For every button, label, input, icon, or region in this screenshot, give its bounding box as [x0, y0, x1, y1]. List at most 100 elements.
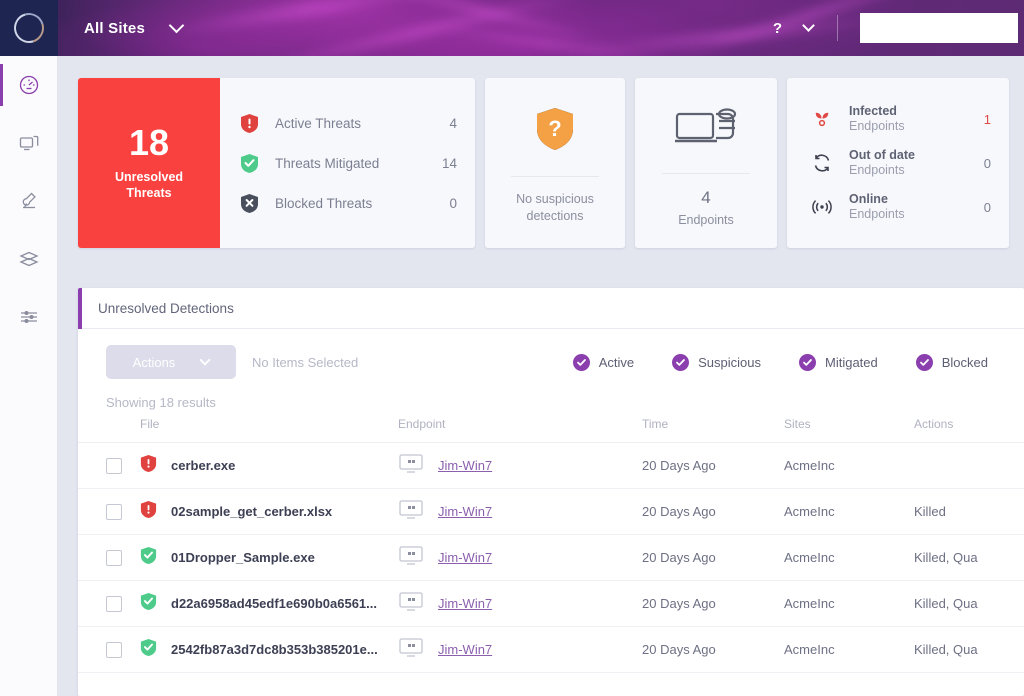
file-name: 2542fb87a3d7dc8b353b385201e...: [171, 642, 378, 657]
endpoint-link[interactable]: Jim-Win7: [438, 550, 492, 565]
shield-check-icon: [140, 592, 157, 616]
unresolved-threats-caption-2: Threats: [126, 186, 172, 200]
site-selector[interactable]: All Sites: [84, 0, 185, 56]
row-checkbox[interactable]: [106, 641, 122, 658]
chevron-down-icon[interactable]: [802, 19, 815, 32]
endpoint-status-title: Out of date: [849, 147, 915, 162]
file-name: 01Dropper_Sample.exe: [171, 550, 315, 565]
threat-breakdown-list: Active Threats 4 Threats Mitigated 14 Bl…: [220, 78, 475, 248]
divider: [662, 172, 750, 174]
row-actions: Killed, Qua: [914, 549, 978, 565]
column-header-sites[interactable]: Sites: [784, 417, 914, 443]
table-row[interactable]: d22a6958ad45edf1e690b0a6561... Jim-Win7 …: [78, 580, 1024, 627]
filter-active[interactable]: Active: [572, 353, 635, 371]
row-actions: Killed, Qua: [914, 641, 978, 657]
threat-row-label: Active Threats: [275, 115, 362, 131]
endpoint-status-card: Infected Endpoints 1 Out of date Endpoin…: [787, 78, 1009, 248]
endpoint-status-subtitle: Endpoints: [849, 119, 905, 133]
panel-header: Unresolved Detections: [78, 288, 1024, 329]
desktop-icon: [398, 637, 424, 663]
shield-alert-icon: [140, 500, 157, 524]
shield-check-icon: [140, 546, 157, 570]
sidebar-item-forensics[interactable]: [0, 172, 58, 230]
site-name: AcmeInc: [784, 595, 835, 611]
column-header-select[interactable]: [78, 417, 140, 443]
shield-check-icon: [240, 153, 262, 174]
endpoints-card: 4 Endpoints: [635, 78, 777, 248]
site-name: AcmeInc: [784, 641, 835, 657]
gauge-icon: [19, 75, 39, 95]
filter-blocked[interactable]: Blocked: [915, 353, 988, 371]
row-actions: Killed, Qua: [914, 595, 978, 611]
row-checkbox[interactable]: [106, 595, 122, 612]
ring-logo-icon: [8, 7, 50, 49]
table-row[interactable]: cerber.exe Jim-Win7 20 Days Ago AcmeInc: [78, 442, 1024, 489]
detections-table: File Endpoint Time Sites Actions cerber.…: [78, 417, 1024, 673]
actions-button[interactable]: Actions: [106, 345, 236, 379]
endpoint-link[interactable]: Jim-Win7: [438, 596, 492, 611]
endpoints-count: 4: [701, 187, 711, 207]
status-filters: Active Suspicious Mitigated Blocked: [572, 353, 1024, 371]
detection-time: 20 Days Ago: [642, 641, 716, 657]
threat-row-label: Blocked Threats: [275, 195, 373, 211]
page-title: Unresolved Detections: [98, 300, 234, 316]
row-checkbox[interactable]: [106, 457, 122, 474]
row-checkbox[interactable]: [106, 549, 122, 566]
sidebar-item-network[interactable]: [0, 230, 58, 288]
selection-status: No Items Selected: [252, 354, 359, 370]
unresolved-threats-block: 18 Unresolved Threats: [78, 78, 220, 248]
filter-label: Active: [598, 354, 635, 370]
svg-text:?: ?: [548, 116, 561, 141]
table-row[interactable]: 02sample_get_cerber.xlsx Jim-Win7 20 Day…: [78, 488, 1024, 535]
site-name: AcmeInc: [784, 457, 835, 473]
help-icon[interactable]: ?: [773, 20, 782, 37]
threat-row-blocked: Blocked Threats 0: [240, 183, 457, 223]
threat-row-value: 14: [441, 155, 457, 171]
app-root: All Sites ? 18 Unresolved Threats Active…: [0, 0, 1024, 696]
endpoint-link[interactable]: Jim-Win7: [438, 458, 492, 473]
shield-check-icon: [140, 638, 157, 662]
endpoint-status-value: 1: [983, 111, 991, 127]
endpoint-status-row-online: Online Endpoints 0: [809, 185, 991, 229]
detection-time: 20 Days Ago: [642, 595, 716, 611]
chevron-down-icon: [199, 354, 211, 366]
endpoint-status-subtitle: Endpoints: [849, 163, 905, 177]
endpoint-status-value: 0: [983, 199, 991, 215]
table-row[interactable]: 01Dropper_Sample.exe Jim-Win7 20 Days Ag…: [78, 534, 1024, 581]
row-checkbox[interactable]: [106, 503, 122, 520]
filter-mitigated[interactable]: Mitigated: [799, 353, 878, 371]
microscope-icon: [22, 192, 36, 209]
threats-card: 18 Unresolved Threats Active Threats 4 T…: [78, 78, 475, 248]
endpoint-link[interactable]: Jim-Win7: [438, 504, 492, 519]
table-header: File Endpoint Time Sites Actions: [78, 417, 1024, 443]
endpoints-label: Endpoints: [678, 212, 734, 227]
filter-label: Blocked: [941, 354, 988, 370]
sidebar-item-settings[interactable]: [0, 288, 58, 346]
column-header-endpoint[interactable]: Endpoint: [398, 417, 642, 443]
endpoint-link[interactable]: Jim-Win7: [438, 642, 492, 657]
suspicious-text-2: detections: [526, 208, 584, 223]
devices-icon: [674, 104, 738, 155]
chevron-down-icon: [168, 17, 185, 34]
filter-suspicious[interactable]: Suspicious: [672, 353, 761, 371]
threat-row-label: Threats Mitigated: [275, 155, 380, 171]
column-header-file[interactable]: File: [140, 417, 398, 443]
sidebar-item-endpoints[interactable]: [0, 114, 58, 172]
header-divider: [837, 15, 838, 41]
site-name: AcmeInc: [784, 503, 835, 519]
column-header-time[interactable]: Time: [642, 417, 784, 443]
flow-icon: [19, 251, 39, 267]
results-count: Showing 18 results: [106, 395, 216, 410]
table-row[interactable]: 2542fb87a3d7dc8b353b385201e... Jim-Win7 …: [78, 626, 1024, 673]
app-logo[interactable]: [0, 0, 58, 56]
endpoint-status-title: Infected: [849, 103, 897, 118]
shield-question-icon: ?: [534, 106, 576, 158]
endpoint-status-row-outofdate: Out of date Endpoints 0: [809, 141, 991, 185]
check-circle-icon: [672, 353, 690, 371]
detection-time: 20 Days Ago: [642, 549, 716, 565]
endpoint-status-subtitle: Endpoints: [849, 207, 905, 221]
column-header-actions[interactable]: Actions: [914, 417, 1024, 443]
sidebar-item-dashboard[interactable]: [0, 56, 58, 114]
row-actions: Killed: [914, 503, 946, 519]
detection-time: 20 Days Ago: [642, 457, 716, 473]
